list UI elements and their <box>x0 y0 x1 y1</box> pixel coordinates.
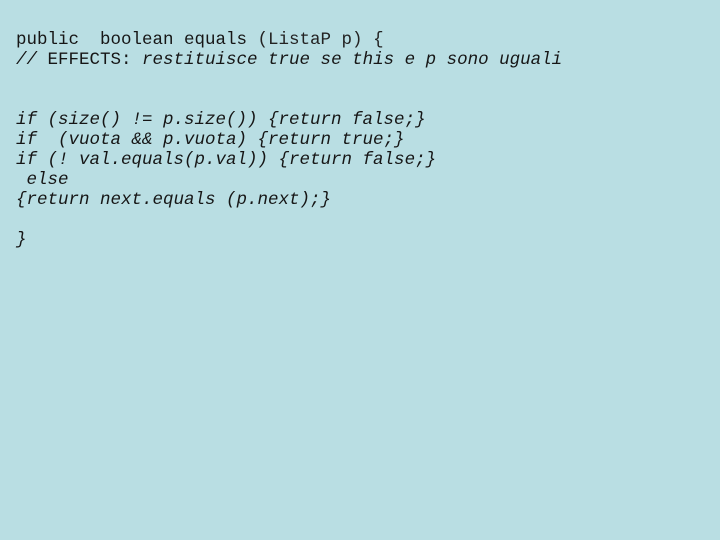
code-run: // <box>16 50 48 70</box>
code-run: (ListaP p) { <box>257 30 384 50</box>
code-line: // EFFECTS: restituisce true se this e p… <box>16 50 706 70</box>
slide-canvas: public boolean equals (ListaP p) {// EFF… <box>0 0 720 540</box>
code-block: public boolean equals (ListaP p) {// EFF… <box>16 30 706 250</box>
code-run: if (vuota && p.vuota) {return true;} <box>16 130 405 150</box>
code-line: if (vuota && p.vuota) {return true;} <box>16 130 706 150</box>
code-run: if (size() != p.size()) {return false;} <box>16 110 426 130</box>
code-line: if (size() != p.size()) {return false;} <box>16 110 706 130</box>
code-run: EFFECTS: <box>47 50 132 70</box>
code-line: public boolean equals (ListaP p) { <box>16 30 706 50</box>
code-line: {return next.equals (p.next);} <box>16 190 706 210</box>
code-run: restituisce true se this e p sono uguali <box>131 50 563 70</box>
code-line: else <box>16 170 706 190</box>
code-run: {return next.equals (p.next);} <box>16 190 332 210</box>
code-run: else <box>16 170 69 190</box>
code-line: if (! val.equals(p.val)) {return false;} <box>16 150 706 170</box>
code-run: if (! val.equals(p.val)) {return false;} <box>16 150 437 170</box>
code-line: } <box>16 230 706 250</box>
code-run: public boolean equals <box>16 30 258 50</box>
code-run: } <box>16 230 27 250</box>
